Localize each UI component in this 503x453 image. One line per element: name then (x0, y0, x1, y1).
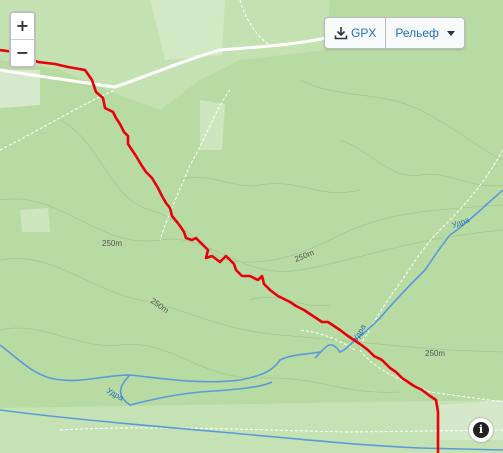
info-button[interactable]: i (469, 418, 493, 442)
clearing (20, 208, 50, 232)
caret-down-icon (446, 30, 455, 36)
zoom-in-button[interactable]: + (11, 13, 34, 39)
clearing (200, 100, 225, 150)
map-toolbar: GPX Рельеф (324, 17, 465, 49)
layer-label: Рельеф (395, 26, 439, 40)
zoom-out-button[interactable]: − (11, 39, 34, 66)
layer-dropdown[interactable]: Рельеф (385, 18, 464, 48)
clearing (0, 400, 503, 453)
info-icon: i (473, 422, 489, 438)
download-icon (334, 27, 348, 40)
gpx-label: GPX (351, 26, 377, 40)
map-canvas[interactable]: 250m 250m 250m 250m Удра Удра Удра (0, 0, 503, 453)
contour-label: 250m (102, 239, 122, 248)
zoom-control: + − (9, 11, 36, 68)
contour-label: 250m (425, 349, 445, 358)
gpx-download-button[interactable]: GPX (325, 18, 385, 48)
